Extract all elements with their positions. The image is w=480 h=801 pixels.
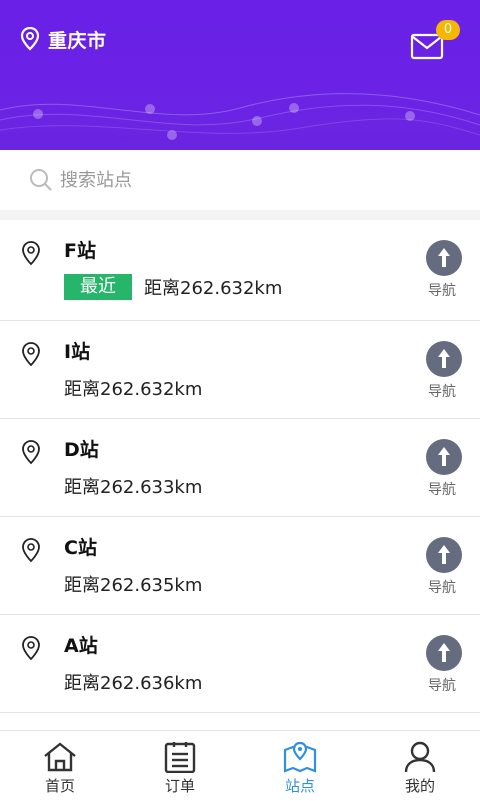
station-name: D站 (64, 439, 99, 461)
city-name: 重庆市 (48, 29, 107, 52)
station-map-icon (283, 741, 317, 773)
tab-profile[interactable]: 我的 (360, 731, 480, 801)
message-count-badge: 0 (436, 20, 460, 40)
tab-label: 首页 (44, 777, 75, 795)
navigate-button[interactable]: 导航 (424, 341, 464, 401)
station-distance: 距离262.636km (64, 673, 203, 694)
station-distance: 距离262.632km (144, 278, 283, 299)
section-divider (0, 210, 480, 220)
station-name: C站 (64, 537, 97, 559)
station-distance-row: 距离262.632km (64, 375, 202, 401)
station-item[interactable]: F站 最近 距离262.632km 导航 (0, 220, 480, 321)
station-item[interactable]: C站 距离262.635km 导航 (0, 517, 480, 615)
station-item[interactable]: I站 距离262.632km 导航 (0, 321, 480, 419)
tab-label: 订单 (164, 777, 195, 795)
tab-orders[interactable]: 订单 (120, 731, 240, 801)
location-pin-icon (22, 636, 40, 661)
home-icon (44, 742, 76, 772)
navigate-label: 导航 (428, 283, 456, 299)
navigate-button[interactable]: 导航 (424, 240, 464, 300)
navigate-label: 导航 (428, 678, 456, 694)
station-distance-row: 最近 距离262.632km (64, 274, 282, 300)
station-item[interactable]: A站 距离262.636km 导航 (0, 615, 480, 713)
search-icon (30, 169, 52, 191)
station-distance-row: 距离262.633km (64, 473, 202, 499)
header-bar: 重庆市 0 (0, 0, 480, 150)
nearest-badge: 最近 (64, 274, 132, 300)
navigate-label: 导航 (428, 580, 456, 596)
bottom-tab-bar: 首页 订单 站点 我的 (0, 730, 480, 801)
location-pin-icon (22, 342, 40, 367)
navigation-arrow-icon (426, 439, 462, 475)
station-distance-row: 距离262.635km (64, 571, 202, 597)
navigation-arrow-icon (426, 635, 462, 671)
city-selector[interactable]: 重庆市 (20, 25, 107, 53)
station-distance: 距离262.635km (64, 575, 203, 596)
navigate-button[interactable]: 导航 (424, 439, 464, 499)
station-name: A站 (64, 635, 98, 657)
station-name: I站 (64, 341, 91, 363)
tab-home[interactable]: 首页 (0, 731, 120, 801)
navigate-button[interactable]: 导航 (424, 635, 464, 695)
station-distance: 距离262.633km (64, 477, 203, 498)
tab-stations[interactable]: 站点 (240, 731, 360, 801)
location-pin-icon (22, 241, 40, 266)
navigation-arrow-icon (426, 341, 462, 377)
station-item[interactable]: D站 距离262.633km 导航 (0, 419, 480, 517)
station-name: F站 (64, 240, 96, 262)
tab-label: 站点 (284, 777, 315, 795)
header-wave-decoration (0, 93, 480, 140)
navigation-arrow-icon (426, 537, 462, 573)
location-pin-icon (22, 538, 40, 563)
navigate-button[interactable]: 导航 (424, 537, 464, 597)
tab-label: 我的 (404, 777, 435, 795)
user-icon (404, 741, 436, 773)
navigation-arrow-icon (426, 240, 462, 276)
navigate-label: 导航 (428, 384, 456, 400)
navigate-label: 导航 (428, 482, 456, 498)
station-distance-row: 距离262.636km (64, 669, 202, 695)
station-list[interactable]: F站 最近 距离262.632km 导航 I站 距离262.632km 导航 D… (0, 220, 480, 730)
station-distance: 距离262.632km (64, 379, 203, 400)
order-icon (164, 742, 196, 773)
location-pin-icon (22, 440, 40, 465)
location-pin-icon (20, 27, 40, 51)
search-input[interactable] (60, 166, 440, 194)
